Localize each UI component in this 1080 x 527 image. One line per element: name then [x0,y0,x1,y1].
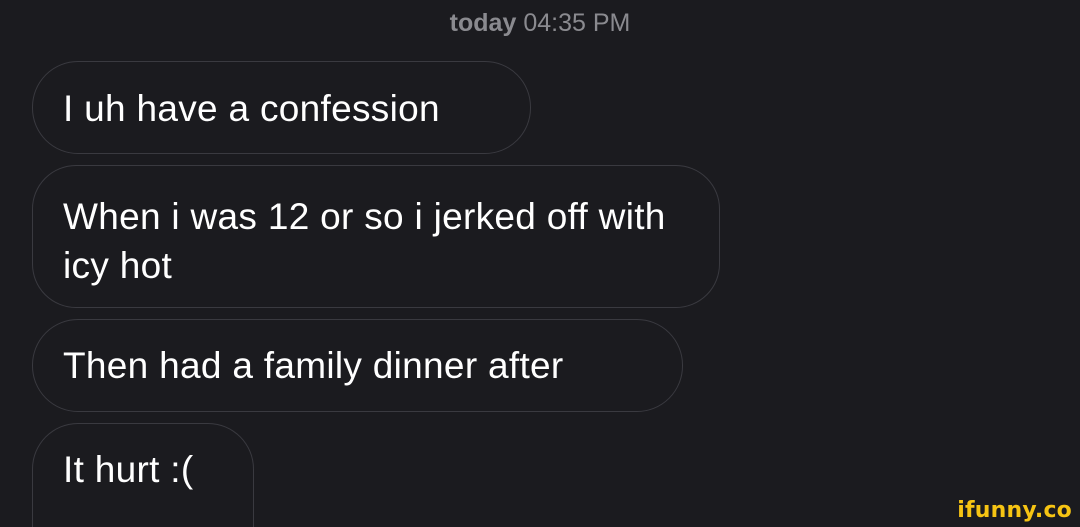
timestamp-day: today [449,9,517,37]
message-bubble[interactable]: Then had a family dinner after [32,319,683,412]
message-bubble[interactable]: I uh have a confession [32,61,531,154]
message-bubble[interactable]: It hurt :( [32,423,254,527]
timestamp-time: 04:35 PM [523,9,631,37]
message-timestamp: today 04:35 PM [0,6,1080,40]
conversation-screen: today 04:35 PM I uh have a confession Wh… [0,0,1080,527]
message-bubble[interactable]: When i was 12 or so i jerked off with ic… [32,165,720,308]
ifunny-watermark: ifunny.co [957,498,1072,523]
